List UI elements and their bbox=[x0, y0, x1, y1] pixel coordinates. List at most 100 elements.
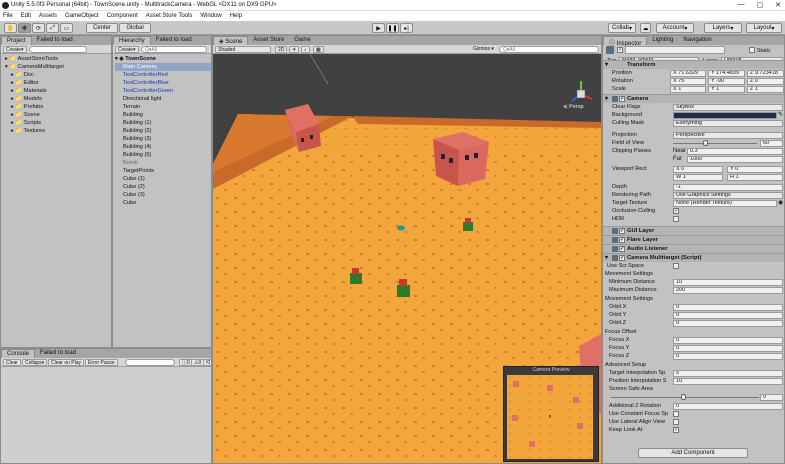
tab-failed-to-load[interactable]: Failed to load bbox=[32, 36, 78, 45]
hierarchy-item[interactable]: Building (4) bbox=[115, 143, 211, 151]
hierarchy-item[interactable]: Directional light bbox=[115, 95, 211, 103]
safe-area-field[interactable]: 0 bbox=[760, 393, 783, 401]
play-icon[interactable]: ▶ bbox=[372, 23, 385, 33]
console-error-pause-button[interactable]: Error Pause bbox=[85, 359, 118, 366]
rendering-path-dropdown[interactable]: Use Graphics Settings bbox=[673, 191, 783, 199]
scale-x-field[interactable]: X 1 bbox=[670, 85, 706, 93]
rotate-tool-icon[interactable]: ⟳ bbox=[32, 23, 45, 33]
global-local-button[interactable]: Global bbox=[119, 23, 151, 33]
tab-hierarchy[interactable]: Hierarchy bbox=[113, 36, 151, 45]
additional-z-field[interactable]: 0 bbox=[673, 402, 783, 410]
pause-icon[interactable]: ❚❚ bbox=[386, 23, 399, 33]
tree-item[interactable]: ▸ 📁 Prefabs bbox=[5, 103, 64, 111]
layers-button[interactable]: Layers ▾ bbox=[704, 23, 742, 33]
console-search-input[interactable] bbox=[125, 359, 175, 366]
tab-navigation[interactable]: Navigation bbox=[678, 36, 716, 45]
step-icon[interactable]: ▸| bbox=[400, 23, 413, 33]
console-collapse-button[interactable]: Collapse bbox=[22, 359, 48, 366]
project-search-input[interactable] bbox=[29, 46, 87, 53]
viewport-h-field[interactable]: H 1 bbox=[727, 173, 783, 181]
scale-z-field[interactable]: Z 1 bbox=[747, 85, 784, 93]
position-x-field[interactable]: X 71.6329 bbox=[670, 69, 706, 77]
min-distance-field[interactable]: 10 bbox=[673, 278, 783, 286]
static-checkbox[interactable] bbox=[749, 47, 755, 53]
fov-slider-handle[interactable] bbox=[703, 140, 708, 146]
scene-root[interactable]: ▾ ◈ TownScene bbox=[115, 55, 211, 63]
hierarchy-search-input[interactable]: Q▾All bbox=[141, 46, 207, 53]
audio-listener-checkbox[interactable]: ✓ bbox=[619, 246, 625, 252]
menu-gameobject[interactable]: GameObject bbox=[65, 13, 99, 19]
object-picker-icon[interactable]: ◉ bbox=[778, 199, 783, 206]
position-z-field[interactable]: Z 9.723418 bbox=[747, 69, 784, 77]
hand-tool-icon[interactable]: ✋ bbox=[4, 23, 17, 33]
lighting-toggle-icon[interactable]: ☀ bbox=[289, 46, 300, 53]
scene-search-input[interactable]: Q▾All bbox=[499, 46, 599, 53]
orbit-x-field[interactable]: 0 bbox=[673, 303, 783, 311]
target-texture-field[interactable]: None (Render Texture) bbox=[673, 199, 777, 207]
position-y-field[interactable]: Y 174.4839 bbox=[708, 69, 745, 77]
flare-layer-checkbox[interactable]: ✓ bbox=[619, 237, 625, 243]
tree-item[interactable]: ▾ 📁 CameraMultitarget bbox=[5, 63, 64, 71]
scale-tool-icon[interactable]: ⤢ bbox=[46, 23, 59, 33]
const-focus-checkbox[interactable] bbox=[673, 411, 679, 417]
orbit-y-field[interactable]: 0 bbox=[673, 311, 783, 319]
camera-enabled-checkbox[interactable]: ✓ bbox=[619, 96, 625, 102]
tab-console[interactable]: Console bbox=[1, 349, 36, 358]
menu-file[interactable]: File bbox=[3, 13, 13, 19]
menu-component[interactable]: Component bbox=[107, 13, 138, 19]
position-interp-field[interactable]: 10 bbox=[673, 377, 783, 385]
fov-field[interactable]: 60 bbox=[760, 139, 783, 147]
tab-game[interactable]: Game bbox=[289, 36, 315, 45]
menu-assets[interactable]: Assets bbox=[39, 13, 57, 19]
minimize-icon[interactable]: — bbox=[738, 1, 745, 9]
tree-item[interactable]: ▸ 📁 Scene bbox=[5, 111, 64, 119]
script-header[interactable]: ▾ ✓ Camera Multitarget (Script) bbox=[603, 253, 784, 262]
rotation-z-field[interactable]: Z 0 bbox=[747, 77, 784, 85]
effects-toggle-icon[interactable]: ▦ bbox=[313, 46, 324, 53]
tree-item[interactable]: ▸ 📁 Models bbox=[5, 95, 64, 103]
hierarchy-item[interactable]: Building (2) bbox=[115, 127, 211, 135]
pivot-center-button[interactable]: Center bbox=[86, 23, 118, 33]
clear-flags-dropdown[interactable]: Skybox bbox=[673, 103, 783, 111]
tab-project[interactable]: Project bbox=[1, 36, 32, 45]
gui-layer-header[interactable]: ✓ GUI Layer bbox=[603, 226, 784, 235]
use-scr-space-checkbox[interactable] bbox=[673, 263, 679, 269]
tree-item[interactable]: ▸ 📁 Materials bbox=[5, 87, 64, 95]
mode-2d-button[interactable]: 2D bbox=[275, 46, 288, 53]
viewport-x-field[interactable]: X 0 bbox=[673, 165, 723, 173]
hierarchy-item[interactable]: Cube (2) bbox=[115, 183, 211, 191]
background-color-field[interactable] bbox=[673, 111, 777, 119]
hierarchy-item[interactable]: Terrain bbox=[115, 103, 211, 111]
hierarchy-item[interactable]: TargetPoints bbox=[115, 167, 211, 175]
lateral-align-checkbox[interactable] bbox=[673, 419, 679, 425]
tree-item[interactable]: ▸ 📁 AssetStoreTools bbox=[5, 55, 64, 63]
occlusion-culling-checkbox[interactable]: ✓ bbox=[673, 208, 679, 214]
gameobject-active-checkbox[interactable]: ✓ bbox=[617, 47, 623, 53]
near-field[interactable]: 0.3 bbox=[687, 147, 783, 155]
script-enabled-checkbox[interactable]: ✓ bbox=[619, 255, 625, 261]
focus-z-field[interactable]: 0 bbox=[673, 352, 783, 360]
cloud-icon[interactable]: ☁ bbox=[640, 23, 651, 33]
menu-help[interactable]: Help bbox=[230, 13, 242, 19]
tab-failed-to-load[interactable]: Failed to load bbox=[151, 36, 197, 45]
collab-button[interactable]: Collab ▾ bbox=[608, 23, 636, 33]
tree-item[interactable]: ▸ 📁 Textures bbox=[5, 127, 64, 135]
tab-asset-store[interactable]: Asset Store bbox=[248, 36, 289, 45]
hierarchy-create-button[interactable]: Create▾ bbox=[115, 46, 139, 53]
culling-mask-dropdown[interactable]: Everything bbox=[673, 119, 783, 127]
audio-toggle-icon[interactable]: ♪ bbox=[301, 46, 310, 53]
hierarchy-item[interactable]: Cube (3) bbox=[115, 191, 211, 199]
tab-failed-to-load[interactable]: Failed to load bbox=[35, 349, 81, 358]
menu-edit[interactable]: Edit bbox=[21, 13, 31, 19]
rotation-x-field[interactable]: X 75 bbox=[670, 77, 706, 85]
rotation-y-field[interactable]: Y -90 bbox=[708, 77, 745, 85]
add-component-button[interactable]: Add Component bbox=[638, 448, 748, 458]
hierarchy-item[interactable]: TestControllerBlue bbox=[115, 79, 211, 87]
hierarchy-item[interactable]: TestControllerRed bbox=[115, 71, 211, 79]
focus-x-field[interactable]: 0 bbox=[673, 336, 783, 344]
max-distance-field[interactable]: 200 bbox=[673, 286, 783, 294]
move-tool-icon[interactable]: ✥ bbox=[18, 23, 31, 33]
eyedropper-icon[interactable]: ✎ bbox=[778, 111, 783, 118]
tree-item[interactable]: ▸ 📁 Doc bbox=[5, 71, 64, 79]
keep-look-at-checkbox[interactable]: ✓ bbox=[673, 427, 679, 433]
